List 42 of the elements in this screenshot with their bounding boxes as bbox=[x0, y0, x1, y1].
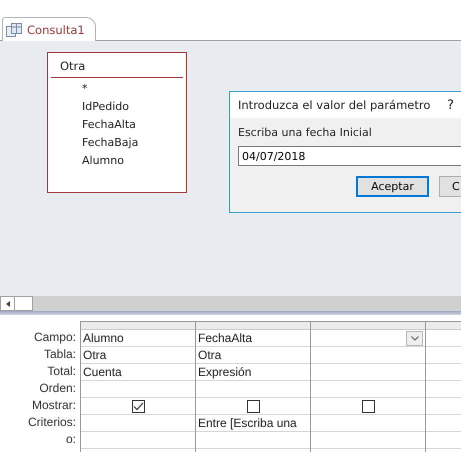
grid-cell-text: Alumno bbox=[83, 331, 124, 345]
show-checkbox[interactable] bbox=[246, 400, 260, 412]
table-field[interactable]: Alumno bbox=[82, 152, 186, 170]
grid-cell-text: Expresión bbox=[198, 365, 252, 379]
left-arrow-icon bbox=[6, 300, 10, 306]
scroll-left-button[interactable] bbox=[0, 296, 15, 311]
column-selector[interactable] bbox=[81, 321, 195, 330]
scroll-thumb[interactable] bbox=[15, 296, 33, 311]
prompt-label: Escriba una fecha Inicial bbox=[238, 126, 373, 139]
row-label: Tabla: bbox=[42, 346, 76, 363]
query-icon bbox=[6, 22, 22, 36]
cancel-button[interactable]: C bbox=[439, 176, 461, 197]
row-label: Criterios: bbox=[26, 414, 76, 431]
table-field[interactable]: IdPedido bbox=[82, 98, 186, 116]
help-button[interactable]: ? bbox=[447, 98, 454, 112]
grid-cell-text: FechaAlta bbox=[198, 331, 252, 345]
dialog-title: Introduzca el valor del parámetro bbox=[238, 98, 430, 112]
table-title: Otra bbox=[51, 53, 183, 78]
column-selector[interactable] bbox=[311, 321, 425, 330]
date-input[interactable]: 04/07/2018 bbox=[238, 146, 461, 166]
grid-cell-text: Cuenta bbox=[83, 365, 122, 379]
field-cell[interactable] bbox=[311, 330, 425, 347]
column-selector[interactable] bbox=[196, 321, 310, 330]
row-label: o: bbox=[64, 431, 76, 448]
accept-button[interactable]: Aceptar bbox=[356, 176, 429, 197]
dropdown-button[interactable] bbox=[406, 330, 423, 346]
row-label: Campo: bbox=[32, 329, 76, 346]
row-label: Mostrar: bbox=[30, 397, 76, 414]
field-cell[interactable]: Alumno bbox=[81, 330, 195, 347]
row-label: Orden: bbox=[38, 380, 76, 397]
grid-cell-text: Otra bbox=[198, 348, 222, 362]
show-checkbox[interactable] bbox=[362, 400, 374, 412]
grid-cell-text: Otra bbox=[83, 348, 106, 362]
field-cell[interactable]: FechaAlta bbox=[196, 330, 310, 347]
query-tab[interactable]: Consulta1 bbox=[2, 17, 96, 41]
row-label: Total: bbox=[46, 363, 76, 380]
show-checkbox[interactable] bbox=[132, 400, 144, 412]
table-field[interactable]: * bbox=[82, 80, 186, 98]
chevron-down-icon bbox=[410, 336, 418, 340]
grid-cell-text: Entre [Escriba una bbox=[198, 416, 297, 430]
table-field[interactable]: FechaBaja bbox=[82, 134, 186, 152]
table-field[interactable]: FechaAlta bbox=[82, 116, 186, 134]
